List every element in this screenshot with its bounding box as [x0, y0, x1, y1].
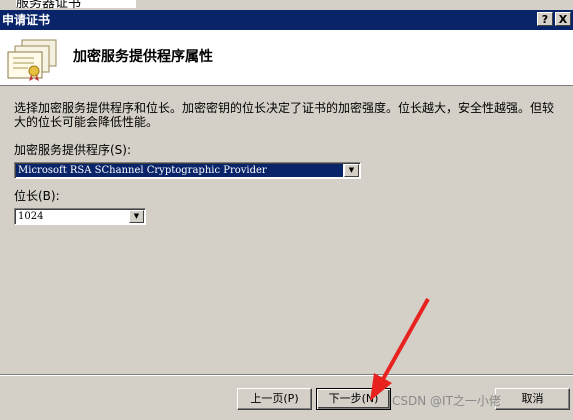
dialog-title: 申请证书: [2, 13, 51, 27]
csp-dropdown[interactable]: Microsoft RSA SChannel Cryptographic Pro…: [14, 162, 361, 179]
page-title: 加密服务提供程序属性: [73, 49, 213, 65]
annotation-arrow-icon: [370, 298, 430, 401]
cancel-button[interactable]: 取消: [495, 388, 570, 410]
dialog-titlebar: 申请证书 ? X: [0, 10, 573, 30]
chevron-down-icon[interactable]: ▼: [129, 210, 144, 223]
csp-selected-value: Microsoft RSA SChannel Cryptographic Pro…: [16, 164, 343, 177]
help-button[interactable]: ?: [537, 12, 553, 26]
background-window-title: 服务器证书: [16, 0, 136, 11]
close-button[interactable]: X: [555, 12, 571, 26]
csp-label: 加密服务提供程序(S):: [14, 143, 132, 157]
description-text: 选择加密服务提供程序和位长。加密密钥的位长决定了证书的加密强度。位长越大，安全性…: [14, 101, 555, 129]
bit-length-selected-value: 1024: [18, 211, 44, 222]
wizard-header: 加密服务提供程序属性: [0, 30, 573, 86]
bit-length-label: 位长(B):: [14, 189, 60, 203]
back-button[interactable]: 上一页(P): [237, 388, 312, 410]
chevron-down-icon[interactable]: ▼: [344, 164, 359, 177]
certificate-icon: [7, 39, 57, 81]
bit-length-dropdown[interactable]: 1024 ▼: [14, 208, 146, 225]
footer-divider: [0, 374, 573, 376]
